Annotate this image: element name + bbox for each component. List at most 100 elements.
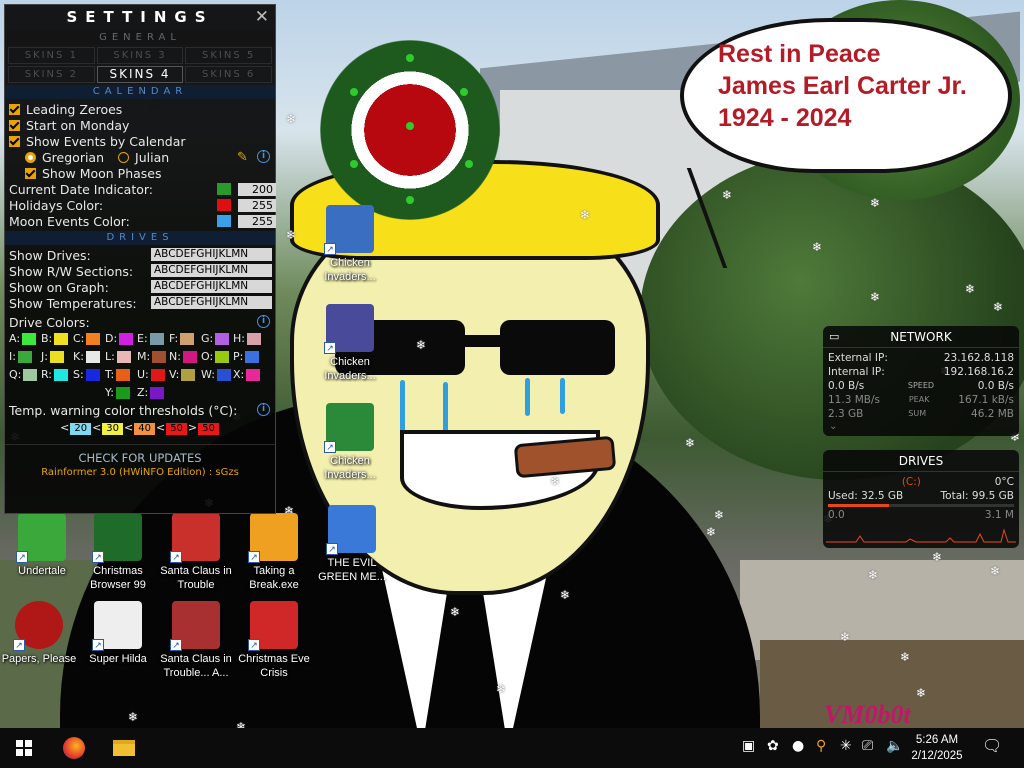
show-graph-field[interactable]: ABCDEFGHIJKLMN [151,280,272,293]
drive-color-g[interactable]: G: [201,332,230,345]
drive-color-e[interactable]: E: [137,332,164,345]
chevron-down-icon[interactable]: ⌄ [823,421,1019,432]
drive-color-m[interactable]: M: [137,350,167,363]
threshold-value[interactable]: 30 [102,423,124,435]
check-for-updates-button[interactable]: CHECK FOR UPDATES [5,451,275,465]
color-swatch[interactable] [54,368,69,381]
tray-app-icon[interactable]: ● [792,738,804,754]
drive-color-u[interactable]: U: [137,368,165,381]
start-on-monday-option[interactable]: Start on Monday [5,117,275,133]
show-temps-field[interactable]: ABCDEFGHIJKLMN [151,296,272,309]
tray-app-icon[interactable]: ▣ [742,738,755,754]
drive-color-o[interactable]: O: [201,350,230,363]
checkbox-checked-icon[interactable] [9,119,20,131]
color-swatch[interactable] [216,368,231,381]
radio-unselected-icon[interactable] [118,151,130,163]
drive-color-b[interactable]: B: [41,332,69,345]
drive-color-c[interactable]: C: [73,332,101,345]
desktop-icon-christmas-eve-crisis[interactable]: ↗ Christmas Eve Crisis [232,601,316,680]
checkbox-checked-icon[interactable] [9,135,20,147]
desktop-icon-santa-claus-trouble-2[interactable]: ↗ Santa Claus in Trouble... A... [154,601,238,680]
notification-icon[interactable]: 🗨 [982,736,1002,755]
taskbar-firefox[interactable] [50,728,98,768]
checkbox-checked-icon[interactable] [25,167,36,179]
color-swatch[interactable] [246,368,261,381]
checkbox-checked-icon[interactable] [9,103,20,115]
threshold-value[interactable]: 50 [198,423,219,435]
desktop-icon-taking-a-break[interactable]: ↗ Taking a Break.exe [232,513,316,592]
threshold-value[interactable]: 50 [166,423,187,435]
radio-selected-icon[interactable] [25,151,36,163]
desktop-icon-super-hilda[interactable]: ↗ Super Hilda [76,601,160,666]
show-moon-phases-option[interactable]: Show Moon Phases [5,165,275,181]
color-swatch[interactable] [86,332,101,345]
leading-zeroes-option[interactable]: Leading Zeroes [5,101,275,117]
color-swatch[interactable] [85,368,100,381]
desktop-icon-evil-green-me[interactable]: ↗ THE EVIL GREEN ME... [310,505,394,584]
drive-color-z[interactable]: Z: [137,386,165,399]
drive-color-d[interactable]: D: [105,332,134,345]
color-swatch[interactable] [152,350,167,363]
color-swatch[interactable] [85,350,100,363]
drive-color-x[interactable]: X: [233,368,261,381]
color-swatch[interactable] [181,368,196,381]
color-swatch[interactable] [17,350,32,363]
color-swatch[interactable] [217,183,231,195]
start-button[interactable] [0,728,48,768]
desktop-icon-chicken-invaders-2[interactable]: ↗ Chicken Invaders... [308,304,392,383]
desktop-icon-chicken-invaders-3[interactable]: ↗ Chicken Invaders... [308,403,392,482]
color-swatch[interactable] [119,332,134,345]
tab-skins-3[interactable]: SKINS 3 [96,47,184,64]
tab-skins-1[interactable]: SKINS 1 [8,47,95,64]
taskbar-file-explorer[interactable] [100,728,148,768]
drive-color-h[interactable]: H: [233,332,261,345]
drive-color-f[interactable]: F: [169,332,195,345]
info-icon[interactable]: i [257,315,270,328]
julian-label[interactable]: Julian [135,150,169,165]
drive-color-s[interactable]: S: [73,368,100,381]
network-tray-icon[interactable]: ⎚ [862,738,873,754]
drive-color-j[interactable]: J: [41,350,64,363]
info-icon[interactable]: i [257,150,270,163]
drive-color-v[interactable]: V: [169,368,196,381]
info-icon[interactable]: i [257,403,270,416]
taskbar-clock[interactable]: 5:26 AM 2/12/2025 [900,732,974,764]
tray-app-icon[interactable]: ✿ [767,738,779,754]
color-swatch[interactable] [246,332,261,345]
desktop-icon-undertale[interactable]: ↗ Undertale [0,513,84,578]
drive-color-y[interactable]: Y: [105,386,130,399]
drive-color-q[interactable]: Q: [9,368,38,381]
drive-color-i[interactable]: I: [9,350,32,363]
color-swatch[interactable] [49,350,64,363]
show-events-option[interactable]: Show Events by Calendar [5,133,275,149]
desktop-icon-santa-claus-trouble[interactable]: ↗ Santa Claus in Trouble [154,513,238,592]
tab-skins-5[interactable]: SKINS 5 [185,47,272,64]
value-field[interactable]: 255 [238,198,276,212]
color-swatch[interactable] [217,199,231,211]
color-swatch[interactable] [150,386,165,399]
color-swatch[interactable] [245,350,260,363]
section-general[interactable]: GENERAL [5,31,275,45]
color-swatch[interactable] [150,368,165,381]
color-swatch[interactable] [215,332,230,345]
drive-color-t[interactable]: T: [105,368,131,381]
tab-skins-6[interactable]: SKINS 6 [185,66,272,83]
drive-color-p[interactable]: P: [233,350,260,363]
drive-color-a[interactable]: A: [9,332,37,345]
color-swatch[interactable] [217,215,231,227]
drive-color-k[interactable]: K: [73,350,100,363]
desktop-icon-papers-please[interactable]: ↗ Papers, Please [0,601,81,666]
desktop-icon-christmas-browser[interactable]: ↗ Christmas Browser 99 [76,513,160,592]
show-rw-field[interactable]: ABCDEFGHIJKLMN [151,264,272,277]
drive-color-r[interactable]: R: [41,368,69,381]
color-swatch[interactable] [180,332,195,345]
color-swatch[interactable] [22,332,37,345]
color-swatch[interactable] [116,350,131,363]
tray-app-icon[interactable]: ⚲ [816,738,826,754]
desktop-icon-chicken-invaders-1[interactable]: ↗ Chicken Invaders... [308,205,392,284]
threshold-value[interactable]: 40 [134,423,155,435]
show-drives-field[interactable]: ABCDEFGHIJKLMN [151,248,272,261]
drive-color-w[interactable]: W: [201,368,231,381]
color-swatch[interactable] [54,332,69,345]
value-field[interactable]: 255 [238,214,276,228]
